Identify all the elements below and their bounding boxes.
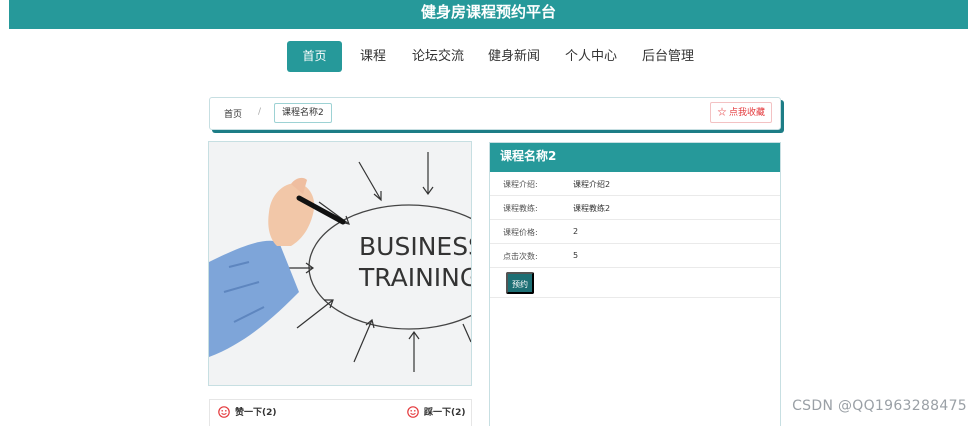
nav-item-news[interactable]: 健身新闻 <box>486 41 542 72</box>
detail-label: 课程价格: <box>503 228 538 237</box>
course-image: BUSINESS TRAINING <box>208 141 472 386</box>
nav-item-home[interactable]: 首页 <box>287 41 342 72</box>
nav-item-profile[interactable]: 个人中心 <box>563 41 619 72</box>
detail-value: 2 <box>573 227 579 236</box>
nav-item-forum[interactable]: 论坛交流 <box>410 41 466 72</box>
detail-row-intro: 课程介绍: 课程介绍2 <box>490 172 780 196</box>
smiley-icon <box>218 405 230 418</box>
course-detail-panel: 课程名称2 课程介绍: 课程介绍2 课程教练: 课程教练2 课程价格: 2 点击… <box>489 142 781 426</box>
breadcrumb-separator: / <box>258 107 262 117</box>
detail-label: 课程教练: <box>503 204 538 213</box>
detail-label: 点击次数: <box>503 252 538 261</box>
main-nav: 首页 课程 论坛交流 健身新闻 个人中心 后台管理 <box>0 41 977 72</box>
breadcrumb-current: 课程名称2 <box>274 103 332 123</box>
collect-button[interactable]: ☆ 点我收藏 <box>710 102 772 123</box>
dislike-count-label: 踩一下(2) <box>424 408 466 418</box>
book-row: 预约 <box>490 268 780 298</box>
breadcrumb-bar: 首页 / 课程名称2 ☆ 点我收藏 <box>209 97 781 130</box>
smiley-icon <box>407 405 419 418</box>
image-text-line-1: BUSINESS <box>359 232 472 261</box>
detail-row-price: 课程价格: 2 <box>490 220 780 244</box>
reaction-bar: 赞一下(2) 踩一下(2) <box>209 399 472 426</box>
book-button[interactable]: 预约 <box>506 272 534 294</box>
breadcrumb-home-link[interactable]: 首页 <box>224 107 242 120</box>
watermark: CSDN @QQ1963288475 <box>792 398 967 414</box>
site-header: 健身房课程预约平台 <box>9 0 968 29</box>
detail-row-clicks: 点击次数: 5 <box>490 244 780 268</box>
site-title: 健身房课程预约平台 <box>420 3 556 21</box>
nav-item-admin[interactable]: 后台管理 <box>640 41 696 72</box>
detail-value: 课程介绍2 <box>573 180 611 189</box>
dislike-button[interactable]: 踩一下(2) <box>407 405 466 418</box>
course-title: 课程名称2 <box>490 143 780 172</box>
like-count-label: 赞一下(2) <box>235 408 277 418</box>
image-text-line-2: TRAINING <box>358 263 472 292</box>
detail-row-coach: 课程教练: 课程教练2 <box>490 196 780 220</box>
detail-value: 课程教练2 <box>573 204 611 213</box>
nav-item-courses[interactable]: 课程 <box>356 41 390 72</box>
business-training-illustration: BUSINESS TRAINING <box>209 142 472 385</box>
detail-label: 课程介绍: <box>503 180 538 189</box>
detail-value: 5 <box>573 251 579 260</box>
like-button[interactable]: 赞一下(2) <box>218 405 277 418</box>
